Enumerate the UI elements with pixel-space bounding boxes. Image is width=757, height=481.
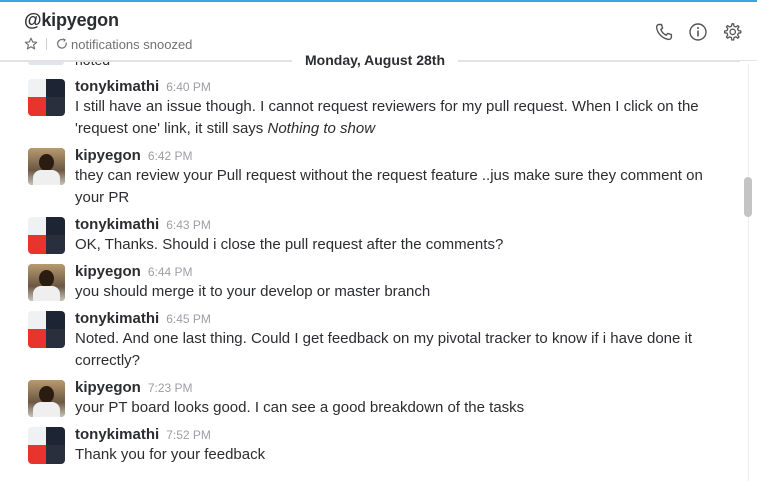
day-divider: Monday, August 28th <box>0 47 757 75</box>
avatar[interactable] <box>28 311 65 348</box>
message-timestamp[interactable]: 6:44 PM <box>148 265 193 279</box>
avatar[interactable] <box>28 427 65 464</box>
message-author[interactable]: tonykimathi 6:45 PM <box>75 310 211 327</box>
message-author[interactable]: kipyegon 7:23 PM <box>75 379 193 396</box>
message-text: I still have an issue though. I cannot r… <box>75 98 699 137</box>
message-text: they can review your Pull request withou… <box>75 167 703 206</box>
avatar[interactable] <box>28 380 65 417</box>
message-author[interactable]: tonykimathi 6:40 PM <box>75 78 211 95</box>
scrollbar-thumb[interactable] <box>744 177 752 217</box>
message-author[interactable]: tonykimathi 6:43 PM <box>75 216 211 233</box>
channel-title[interactable]: @kipyegon <box>24 10 119 31</box>
message-text: you should merge it to your develop or m… <box>75 283 431 300</box>
phone-icon[interactable] <box>653 21 675 43</box>
info-icon[interactable] <box>687 21 709 43</box>
day-divider-label[interactable]: Monday, August 28th <box>292 52 458 68</box>
message-timestamp[interactable]: 6:40 PM <box>166 80 211 94</box>
message-list: noted tonykimathi6:40 PM I still have an… <box>0 61 740 481</box>
message-text: OK, Thanks. Should i close the pull requ… <box>75 236 504 253</box>
message-text: Noted. And one last thing. Could I get f… <box>75 330 693 369</box>
avatar[interactable] <box>28 217 65 254</box>
message-timestamp[interactable]: 7:23 PM <box>148 381 193 395</box>
avatar[interactable] <box>28 148 65 185</box>
message-author[interactable]: tonykimathi 7:52 PM <box>75 426 211 443</box>
message-timestamp[interactable]: 7:52 PM <box>166 428 211 442</box>
message-timestamp[interactable]: 6:45 PM <box>166 312 211 326</box>
message-author[interactable]: kipyegon 6:44 PM <box>75 263 193 280</box>
message-timestamp[interactable]: 6:42 PM <box>148 149 193 163</box>
scrollbar-track <box>748 64 749 481</box>
message-timestamp[interactable]: 6:43 PM <box>166 218 211 232</box>
scrollbar[interactable] <box>741 64 757 481</box>
message-author[interactable]: kipyegon 6:42 PM <box>75 147 193 164</box>
avatar[interactable] <box>28 79 65 116</box>
avatar[interactable] <box>28 264 65 301</box>
message-text: Thank you for your feedback <box>75 446 266 463</box>
header-actions <box>653 21 743 43</box>
message-text: your PT board looks good. I can see a go… <box>75 399 525 416</box>
gear-icon[interactable] <box>721 21 743 43</box>
